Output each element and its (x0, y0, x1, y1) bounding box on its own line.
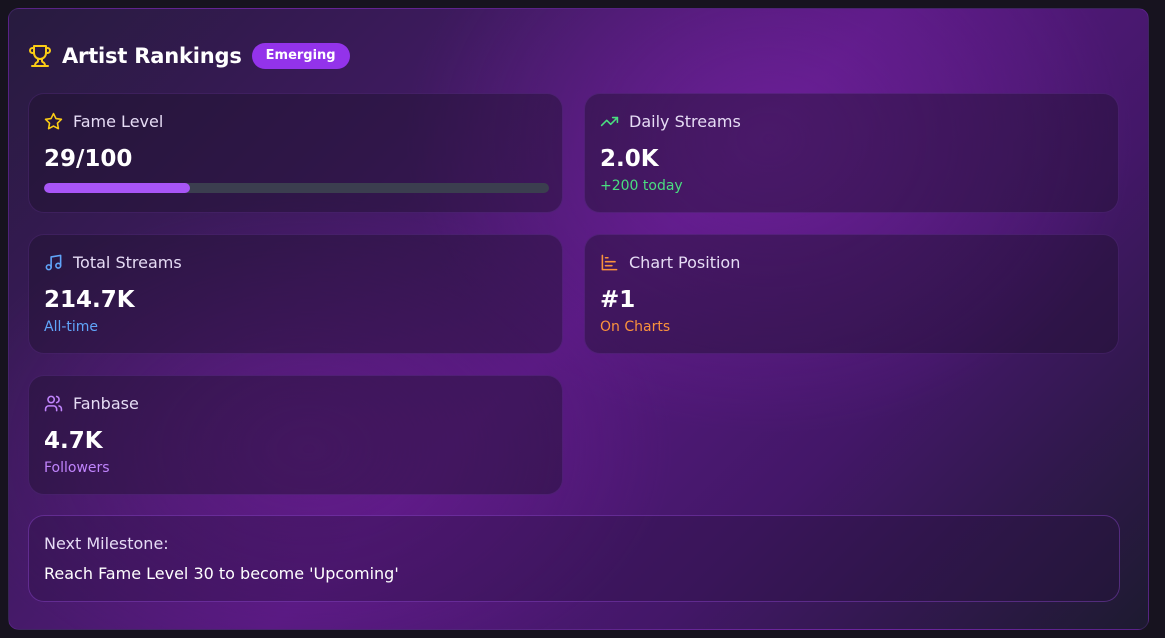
bar-chart-icon (601, 254, 618, 270)
chart-position-value: #1 (600, 287, 636, 313)
users-icon (44, 395, 63, 411)
artist-rankings-panel: Artist Rankings Emerging Fame Level 29/1… (8, 8, 1149, 630)
card-header: Daily Streams (600, 110, 741, 132)
milestone-text: Reach Fame Level 30 to become 'Upcoming' (44, 564, 399, 583)
star-icon (44, 112, 63, 129)
fanbase-card: Fanbase 4.7K Followers (28, 375, 563, 495)
music-note-icon (45, 254, 62, 270)
fanbase-sub: Followers (44, 460, 110, 476)
total-streams-card: Total Streams 214.7K All-time (28, 234, 563, 354)
fame-progress-bar (44, 183, 549, 193)
card-header: Chart Position (600, 251, 740, 273)
chart-position-card: Chart Position #1 On Charts (584, 234, 1119, 354)
trending-up-icon (600, 116, 619, 126)
card-label: Fame Level (73, 111, 164, 131)
fame-level-card: Fame Level 29/100 (28, 93, 563, 213)
trophy-icon (29, 45, 51, 67)
daily-streams-card: Daily Streams 2.0K +200 today (584, 93, 1119, 213)
next-milestone-box: Next Milestone: Reach Fame Level 30 to b… (28, 515, 1120, 602)
fame-progress-fill (44, 183, 191, 193)
card-header: Fame Level (44, 110, 163, 132)
milestone-title: Next Milestone: (44, 534, 169, 553)
card-header: Fanbase (44, 392, 139, 414)
card-label: Total Streams (73, 252, 182, 272)
chart-position-sub: On Charts (600, 319, 671, 335)
card-header: Total Streams (44, 251, 182, 273)
card-label: Chart Position (629, 252, 741, 272)
panel-title: Artist Rankings (62, 44, 242, 68)
daily-streams-value: 2.0K (600, 146, 659, 172)
card-label: Fanbase (73, 393, 139, 413)
fanbase-value: 4.7K (44, 428, 103, 454)
daily-streams-sub: +200 today (600, 178, 683, 194)
total-streams-value: 214.7K (44, 287, 135, 313)
card-label: Daily Streams (629, 111, 741, 131)
fame-level-value: 29/100 (44, 146, 133, 172)
total-streams-sub: All-time (44, 319, 99, 335)
panel-header: Artist Rankings Emerging (28, 42, 350, 70)
tier-badge: Emerging (251, 43, 350, 69)
